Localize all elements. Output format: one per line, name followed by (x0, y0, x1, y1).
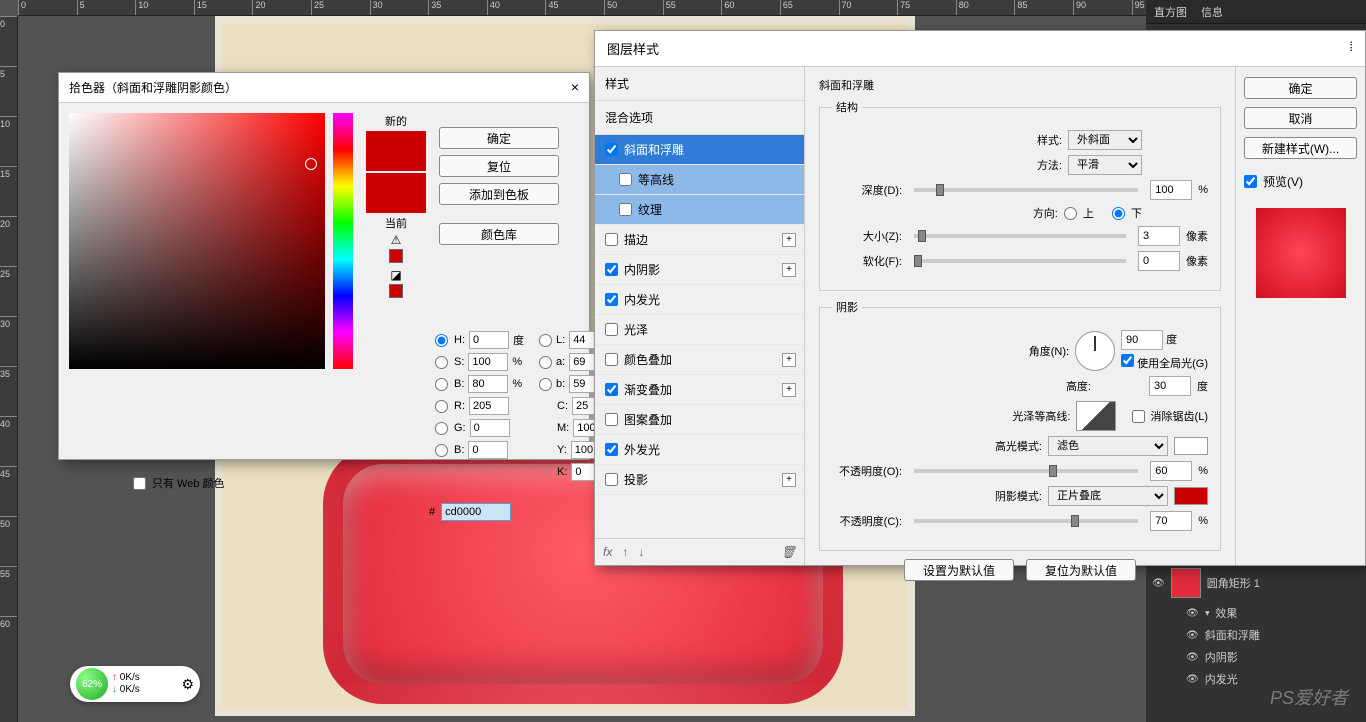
bevel-style-select[interactable]: 外斜面 (1068, 130, 1142, 150)
new-style-button[interactable]: 新建样式(W)... (1244, 137, 1357, 159)
reset-button[interactable]: 复位 (439, 155, 559, 177)
fx-item[interactable]: 内阴影 (1146, 646, 1366, 668)
add-icon[interactable]: + (782, 263, 796, 277)
highlight-color-swatch[interactable] (1174, 437, 1208, 455)
highlight-opacity-slider[interactable] (914, 469, 1138, 473)
trash-icon[interactable]: 🗑 (781, 545, 796, 559)
ok-button[interactable]: 确定 (439, 127, 559, 149)
tab-info[interactable]: 信息 (1201, 4, 1223, 19)
dialog-title: 拾色器（斜面和浮雕阴影颜色） (69, 79, 237, 96)
color-picker-dialog: 拾色器（斜面和浮雕阴影颜色） × 新的 当前 ⚠ ◪ 确定 复位 添加到色板 颜… (58, 72, 590, 460)
add-icon[interactable]: + (782, 383, 796, 397)
bevel-method-select[interactable]: 平滑 (1068, 155, 1142, 175)
style-outer-glow[interactable]: 外发光 (595, 435, 804, 465)
tab-histogram[interactable]: 直方图 (1154, 4, 1187, 19)
angle-input[interactable] (1121, 330, 1163, 350)
ok-button[interactable]: 确定 (1244, 77, 1357, 99)
fx-item[interactable]: 斜面和浮雕 (1146, 624, 1366, 646)
hue-slider[interactable] (333, 113, 353, 369)
current-label: 当前 (361, 215, 431, 231)
style-pattern-overlay[interactable]: 图案叠加 (595, 405, 804, 435)
style-stroke[interactable]: 描边+ (595, 225, 804, 255)
style-preview-swatch (1256, 208, 1346, 298)
hex-label: # (429, 506, 435, 518)
highlight-mode-select[interactable]: 滤色 (1048, 436, 1168, 456)
add-icon[interactable]: + (782, 473, 796, 487)
saturation-value-field[interactable] (69, 113, 325, 369)
color-lib-button[interactable]: 颜色库 (439, 223, 559, 245)
watermark: PS爱好者 (1270, 684, 1348, 710)
angle-wheel[interactable] (1075, 331, 1115, 371)
new-label: 新的 (361, 113, 431, 129)
style-grad-overlay[interactable]: 渐变叠加+ (595, 375, 804, 405)
current-color-swatch (366, 173, 426, 213)
network-widget[interactable]: 62% ↑ 0K/s ↓ 0K/s ⚙ (70, 666, 200, 702)
dir-up-radio[interactable] (1064, 207, 1077, 220)
fx-icon[interactable]: fx (603, 545, 612, 559)
size-slider[interactable] (914, 234, 1126, 238)
style-bevel[interactable]: 斜面和浮雕 (595, 135, 804, 165)
section-title: 斜面和浮雕 (819, 77, 1221, 93)
gamut-warning-icon[interactable]: ⚠ (361, 233, 431, 247)
style-inner-shadow[interactable]: 内阴影+ (595, 255, 804, 285)
add-swatch-button[interactable]: 添加到色板 (439, 183, 559, 205)
close-icon[interactable]: × (571, 79, 579, 96)
style-satin[interactable]: 光泽 (595, 315, 804, 345)
depth-input[interactable] (1150, 180, 1192, 200)
add-icon[interactable]: + (782, 233, 796, 247)
style-settings: 斜面和浮雕 结构 样式:外斜面 方法:平滑 深度(D):% 方向:上 下 大小(… (805, 67, 1235, 565)
settings-icon[interactable]: ⚙ (181, 676, 194, 693)
global-light-checkbox[interactable] (1121, 354, 1134, 367)
style-drop-shadow[interactable]: 投影+ (595, 465, 804, 495)
blend-options-header[interactable]: 混合选项 (595, 101, 804, 135)
hex-input[interactable] (441, 503, 511, 521)
shadow-opacity-slider[interactable] (914, 519, 1138, 523)
new-color-swatch (366, 131, 426, 171)
soften-slider[interactable] (914, 259, 1126, 263)
altitude-input[interactable] (1149, 376, 1191, 396)
shadow-opacity-input[interactable] (1150, 511, 1192, 531)
style-texture[interactable]: 纹理 (595, 195, 804, 225)
cancel-button[interactable]: 取消 (1244, 107, 1357, 129)
close-icon[interactable]: ⁞ (1349, 39, 1353, 58)
fx-header[interactable]: 效果 (1146, 602, 1366, 624)
make-default-button[interactable]: 设置为默认值 (904, 559, 1014, 581)
shadow-color-swatch[interactable] (1174, 487, 1208, 505)
style-color-overlay[interactable]: 颜色叠加+ (595, 345, 804, 375)
reset-default-button[interactable]: 复位为默认值 (1026, 559, 1136, 581)
layer-style-dialog: 图层样式 ⁞ 样式 混合选项 斜面和浮雕 等高线 纹理 描边+ 内阴影+ 内发光… (594, 30, 1366, 566)
depth-slider[interactable] (914, 188, 1138, 192)
dialog-title: 图层样式 (607, 39, 659, 58)
dir-down-radio[interactable] (1112, 207, 1125, 220)
style-list: 样式 混合选项 斜面和浮雕 等高线 纹理 描边+ 内阴影+ 内发光 光泽 颜色叠… (595, 67, 805, 565)
web-only-label: 只有 Web 颜色 (152, 475, 225, 491)
style-inner-glow[interactable]: 内发光 (595, 285, 804, 315)
preview-checkbox[interactable] (1244, 175, 1257, 188)
add-icon[interactable]: + (782, 353, 796, 367)
styles-header[interactable]: 样式 (595, 67, 804, 101)
style-contour[interactable]: 等高线 (595, 165, 804, 195)
websafe-warning-icon[interactable]: ◪ (361, 268, 431, 282)
percentage-badge: 62% (76, 668, 108, 700)
size-input[interactable] (1138, 226, 1180, 246)
arrow-up-icon[interactable]: ↑ (622, 545, 628, 559)
antialias-checkbox[interactable] (1132, 410, 1145, 423)
arrow-down-icon[interactable]: ↓ (638, 545, 644, 559)
ruler-vertical: 051015202530354045505560 (0, 16, 18, 722)
web-only-checkbox[interactable] (133, 477, 146, 490)
soften-input[interactable] (1138, 251, 1180, 271)
highlight-opacity-input[interactable] (1150, 461, 1192, 481)
shadow-mode-select[interactable]: 正片叠底 (1048, 486, 1168, 506)
gloss-contour[interactable] (1076, 401, 1116, 431)
